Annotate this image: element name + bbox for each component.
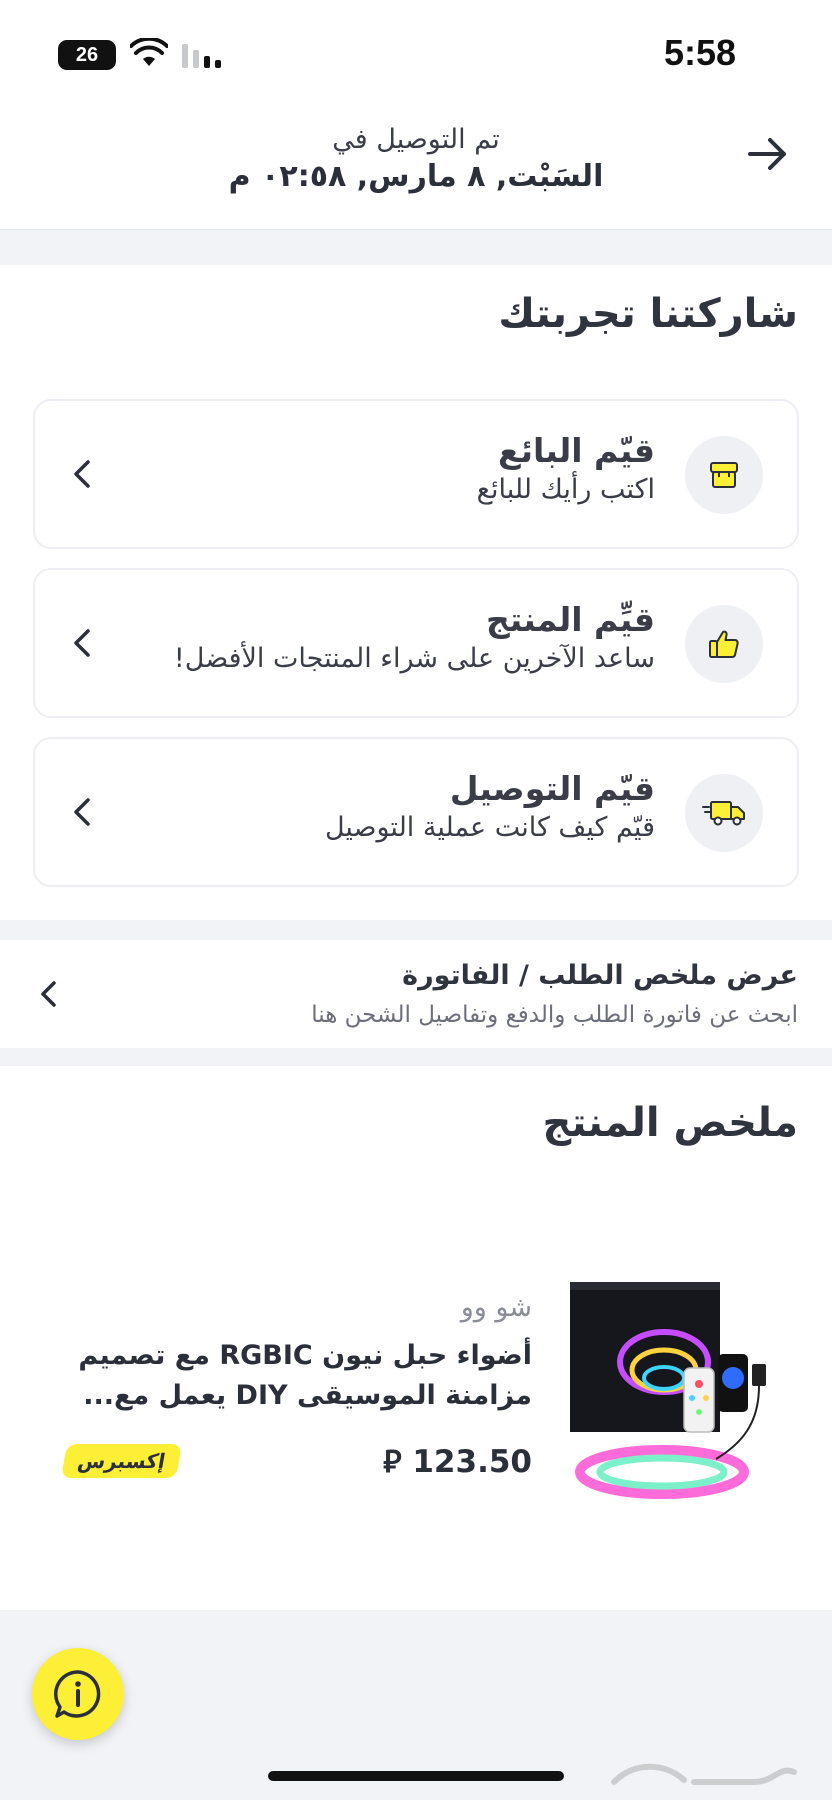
store-icon — [685, 436, 763, 514]
product-name[interactable]: أضواء حبل نيون RGBIC مع تصميم مزامنة الم… — [52, 1336, 532, 1416]
order-summary-invoice-row[interactable]: عرض ملخص الطلب / الفاتورة ابحث عن فاتورة… — [0, 940, 832, 1048]
share-experience-section: شاركتنا تجربتك قيّم البائع اكتب رأيك للب… — [0, 265, 832, 920]
thumbs-up-icon — [685, 605, 763, 683]
delivery-date: السَبْت, ٨ مارس, ٠٢:٥٨ م — [228, 159, 604, 194]
rate-seller-text: قيّم البائع اكتب رأيك للبائع — [477, 431, 655, 505]
watermark-logo — [611, 1763, 797, 1785]
rate-seller-subtitle: اكتب رأيك للبائع — [476, 474, 655, 505]
rate-product-title: قيِّم المنتج — [486, 600, 655, 639]
invoice-subtitle: ابحث عن فاتورة الطلب والدفع وتفاصيل الشح… — [311, 1002, 798, 1028]
currency-symbol: ⃁ — [383, 1444, 402, 1480]
rate-product-card[interactable]: قيِّم المنتج ساعد الآخرين على شراء المنت… — [33, 568, 799, 718]
rate-delivery-title: قيّم التوصيل — [449, 769, 655, 808]
rate-delivery-card[interactable]: قيّم التوصيل قيّم كيف كانت عملية التوصيل — [33, 737, 799, 887]
wifi-icon — [130, 38, 168, 66]
delivery-header: تم التوصيل في السَبْت, ٨ مارس, ٠٢:٥٨ م — [0, 100, 832, 230]
chevron-left-icon — [41, 981, 56, 1007]
rate-delivery-subtitle: قيّم كيف كانت عملية التوصيل — [324, 812, 655, 843]
delivery-label: تم التوصيل في — [332, 124, 500, 155]
chevron-left-icon — [74, 629, 90, 657]
delivery-truck-icon — [685, 774, 763, 852]
price-value: 123.50 — [412, 1444, 532, 1480]
battery-indicator: 26 — [58, 40, 116, 70]
status-bar: 26 5:58 — [0, 0, 832, 100]
rate-delivery-text: قيّم التوصيل قيّم كيف كانت عملية التوصيل — [325, 769, 655, 843]
clock: 5:58 — [663, 32, 736, 73]
rate-product-text: قيِّم المنتج ساعد الآخرين على شراء المنت… — [174, 600, 655, 674]
help-chat-button[interactable] — [32, 1648, 124, 1740]
back-arrow-icon[interactable] — [744, 130, 792, 178]
delivery-info: تم التوصيل في السَبْت, ٨ مارس, ٠٢:٥٨ م — [160, 124, 672, 194]
product-image[interactable] — [566, 1274, 788, 1514]
chevron-left-icon — [74, 460, 90, 488]
product-summary-section: ملخص المنتج شو وو أضواء حبل نيون RGBIC م… — [0, 1066, 832, 1610]
share-title: شاركتنا تجربتك — [498, 291, 798, 337]
rate-product-subtitle: ساعد الآخرين على شراء المنتجات الأفضل! — [173, 643, 655, 674]
product-summary-title: ملخص المنتج — [542, 1100, 798, 1146]
express-badge: إكسبرس — [61, 1444, 183, 1478]
signal-icon — [182, 44, 221, 68]
product-price: ⃁ 123.50 — [383, 1440, 532, 1481]
rate-seller-title: قيّم البائع — [498, 431, 655, 470]
rate-seller-card[interactable]: قيّم البائع اكتب رأيك للبائع — [33, 399, 799, 549]
home-indicator — [268, 1771, 564, 1781]
info-chat-icon — [54, 1670, 101, 1718]
seller-name: شو وو — [460, 1292, 532, 1323]
invoice-title: عرض ملخص الطلب / الفاتورة — [402, 960, 798, 991]
chevron-left-icon — [74, 798, 90, 826]
